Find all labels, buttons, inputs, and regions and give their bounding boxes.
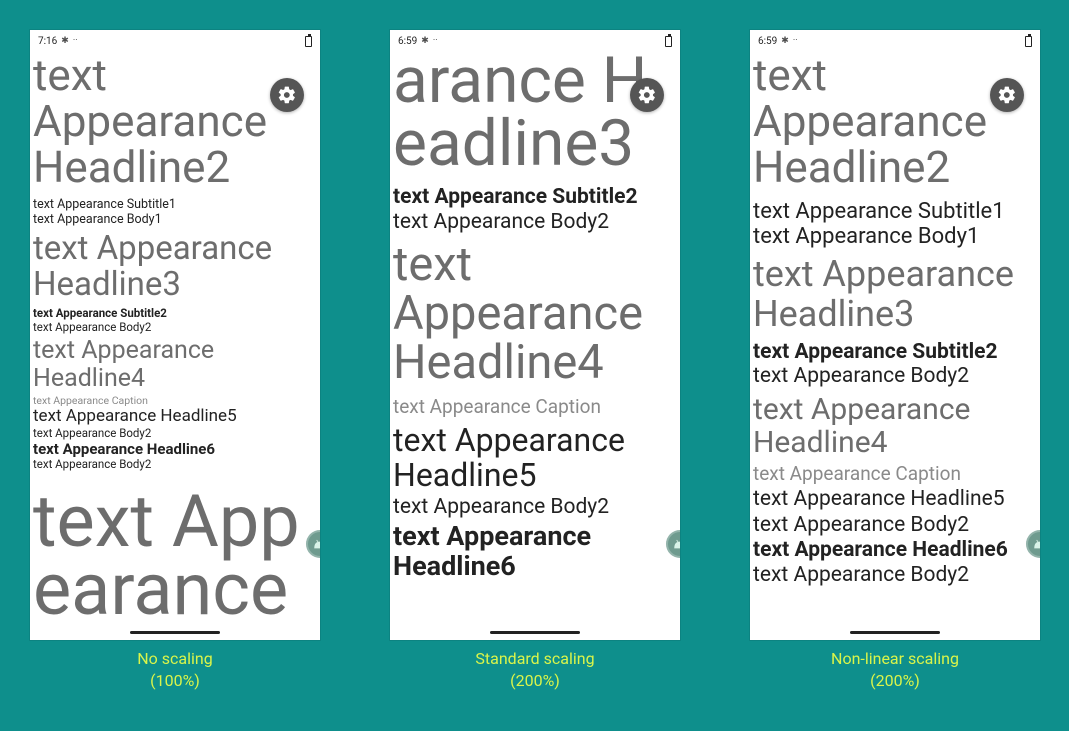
- panel-no-scaling: 7:16 ✱ ·· text Appearance Headline2text …: [30, 30, 330, 640]
- text-sample: text Appearance Headline3: [753, 255, 1040, 334]
- caption-line: Non-linear scaling: [750, 648, 1040, 670]
- battery-icon: [1025, 36, 1032, 47]
- panel-nonlinear-scaling: 6:59 ✱ ·· text Appearance Headline2text …: [750, 30, 1050, 640]
- settings-fab[interactable]: [990, 78, 1024, 112]
- phone-screen: 6:59 ✱ ·· arance H eadline3 text Appearan…: [390, 30, 680, 640]
- text-sample: text Appearance Headline4: [753, 393, 1040, 459]
- text-sample: text Appearance Headline6: [753, 538, 1040, 563]
- phone-screen: 7:16 ✱ ·· text Appearance Headline2text …: [30, 30, 320, 640]
- status-time: 7:16: [38, 36, 57, 47]
- text-sample: text Appearance Caption: [393, 396, 680, 419]
- status-time: 6:59: [398, 36, 417, 47]
- panel-caption: Non-linear scaling (200%): [750, 648, 1040, 691]
- panel-caption: No scaling (100%): [30, 648, 320, 691]
- gear-icon: [637, 85, 657, 105]
- text-sample: text App earance: [33, 488, 320, 625]
- text-sample: text Appearance Body2: [393, 210, 680, 234]
- text-sample: text Appearance Headline3: [33, 231, 320, 304]
- text-sample: arance H eadline3: [393, 52, 680, 175]
- battery-icon: [665, 36, 672, 47]
- nav-handle[interactable]: [490, 631, 580, 634]
- text-sample: text Appearance Body2: [393, 495, 680, 520]
- comparison-stage: 7:16 ✱ ·· text Appearance Headline2text …: [0, 0, 1069, 731]
- text-sample: text Appearance Body1: [33, 212, 320, 227]
- gear-icon: ✱: [421, 36, 429, 46]
- text-samples: arance H eadline3 text Appearance Subtitl…: [390, 52, 680, 640]
- nav-handle[interactable]: [850, 631, 940, 634]
- dots-icon: ··: [793, 36, 798, 46]
- status-bar: 7:16 ✱ ··: [30, 30, 320, 52]
- caption-line: Standard scaling: [390, 648, 680, 670]
- settings-fab[interactable]: [270, 78, 304, 112]
- panel-standard-scaling: 6:59 ✱ ·· arance H eadline3 text Appearan…: [390, 30, 690, 640]
- panel-caption: Standard scaling (200%): [390, 648, 680, 691]
- text-sample: text Appearance Body1: [753, 224, 1040, 249]
- text-sample: text Appearance Subtitle2: [393, 185, 680, 209]
- text-sample: text Appearance Body2: [33, 458, 320, 472]
- dots-icon: ··: [73, 36, 78, 46]
- text-sample: text Appearance Body2: [753, 563, 1040, 588]
- text-sample: text Appearance Headline5: [33, 407, 320, 427]
- text-samples: text Appearance Headline2 text Appearance…: [750, 52, 1040, 640]
- text-sample: text Appearance Body2: [753, 513, 1040, 538]
- text-sample: text Appearance Subtitle2: [33, 307, 320, 321]
- dots-icon: ··: [433, 36, 438, 46]
- text-sample: text Appearance Subtitle1: [753, 199, 1040, 224]
- text-sample: text Appearance Headline4: [33, 337, 320, 393]
- caption-line: (100%): [30, 670, 320, 692]
- text-sample: text Appearance Subtitle2: [753, 340, 1040, 364]
- text-sample: text Appearance Caption: [753, 463, 1040, 486]
- status-bar: 6:59 ✱ ··: [750, 30, 1040, 52]
- gear-icon: [997, 85, 1017, 105]
- nav-handle[interactable]: [130, 631, 220, 634]
- android-icon: [672, 539, 680, 549]
- text-sample: text Appearance Headline6: [393, 522, 680, 581]
- text-sample: text Appearance Headline5: [393, 423, 680, 493]
- gear-icon: ✱: [781, 36, 789, 46]
- text-samples: text Appearance Headline2 text Appearance…: [30, 52, 320, 640]
- caption-line: (200%): [750, 670, 1040, 692]
- text-sample: text Appearance Body2: [33, 427, 320, 441]
- phone-screen: 6:59 ✱ ·· text Appearance Headline2text …: [750, 30, 1040, 640]
- text-sample: text Appearance Body2: [753, 364, 1040, 388]
- status-bar: 6:59 ✱ ··: [390, 30, 680, 52]
- caption-line: (200%): [390, 670, 680, 692]
- settings-fab[interactable]: [630, 78, 664, 112]
- gear-icon: [277, 85, 297, 105]
- text-sample: text Appearance Headline4: [393, 240, 680, 388]
- android-icon: [1032, 539, 1040, 549]
- text-sample: text Appearance Headline5: [753, 487, 1040, 512]
- android-icon: [312, 539, 320, 549]
- caption-line: No scaling: [30, 648, 320, 670]
- text-sample: text Appearance Headline2: [33, 52, 320, 191]
- text-sample: text Appearance Subtitle1: [33, 197, 320, 212]
- text-sample: text Appearance Body2: [33, 321, 320, 335]
- text-sample: text Appearance Headline6: [33, 441, 320, 458]
- text-sample: text Appearance Headline2: [753, 52, 1040, 191]
- gear-icon: ✱: [61, 36, 69, 46]
- battery-icon: [305, 36, 312, 47]
- status-time: 6:59: [758, 36, 777, 47]
